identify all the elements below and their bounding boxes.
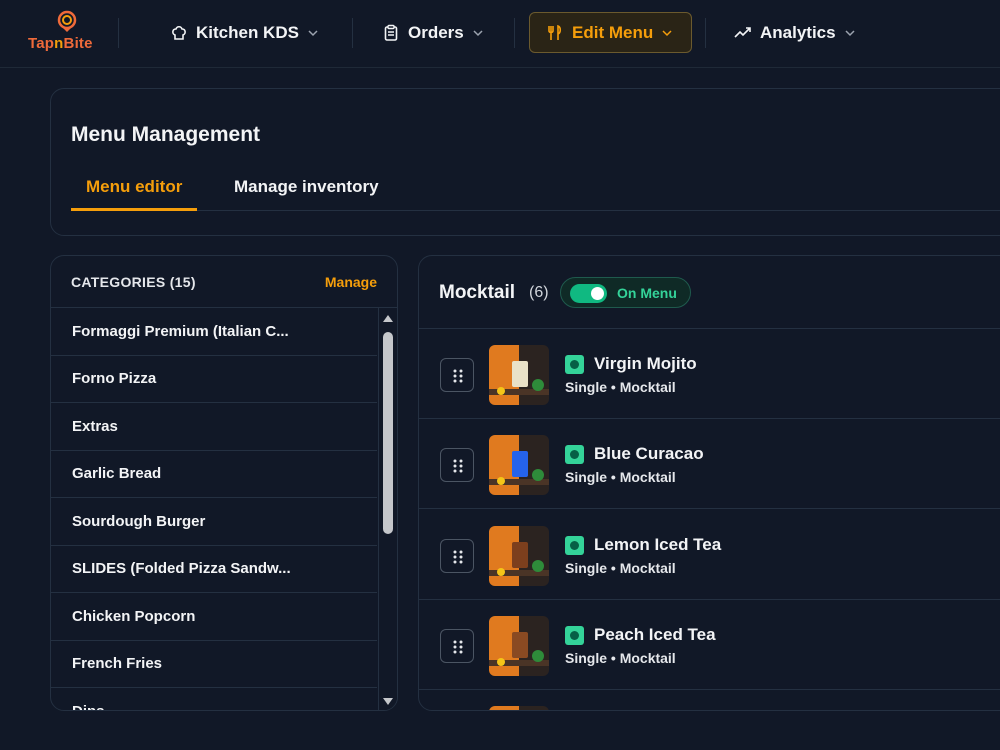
tab-bar: Menu editor Manage inventory: [71, 175, 1000, 211]
veg-indicator-icon: [565, 355, 584, 374]
item-subtitle: Single • Mocktail: [565, 469, 676, 485]
category-item[interactable]: Sourdough Burger: [51, 498, 377, 546]
category-item[interactable]: Formaggi Premium (Italian C...: [51, 308, 377, 356]
on-menu-label: On Menu: [617, 285, 677, 301]
nav-edit-menu[interactable]: Edit Menu: [529, 12, 692, 53]
item-name: Virgin Mojito: [594, 354, 697, 373]
chevron-down-icon: [308, 29, 318, 36]
menu-item-row[interactable]: Virgin Mojito Single • Mocktail: [419, 329, 1000, 419]
menu-item-row[interactable]: Peach Iced Tea Single • Mocktail: [419, 600, 1000, 690]
item-name: Lemon Iced Tea: [594, 535, 722, 554]
scroll-down-arrow-icon[interactable]: [382, 696, 394, 708]
logo-text: TapnBite: [28, 35, 93, 52]
nav-label: Orders: [408, 22, 464, 42]
drag-handle[interactable]: [440, 358, 474, 392]
tab-menu-editor[interactable]: Menu editor: [71, 175, 198, 211]
scroll-up-arrow-icon[interactable]: [382, 312, 394, 324]
category-list: Formaggi Premium (Italian C... Forno Piz…: [51, 308, 377, 710]
nav-orders[interactable]: Orders: [366, 12, 500, 53]
scrollbar-thumb[interactable]: [383, 332, 393, 534]
nav-kitchen-kds[interactable]: Kitchen KDS: [154, 12, 335, 53]
menu-items-panel: Mocktail (6) On Menu Virgin Mojito Singl…: [418, 255, 1000, 711]
chevron-down-icon: [662, 29, 672, 36]
veg-indicator-icon: [565, 536, 584, 555]
nav-label: Edit Menu: [572, 22, 654, 42]
category-item[interactable]: SLIDES (Folded Pizza Sandw...: [51, 546, 377, 593]
nav-divider: [118, 18, 119, 48]
nav-divider: [352, 18, 353, 48]
menu-item-row[interactable]: Blue Curacao Single • Mocktail: [419, 419, 1000, 509]
categories-title: CATEGORIES (15): [71, 274, 196, 290]
item-thumbnail: [489, 616, 549, 676]
tab-manage-inventory[interactable]: Manage inventory: [219, 175, 394, 211]
category-item[interactable]: French Fries: [51, 641, 377, 688]
item-thumbnail: [489, 345, 549, 405]
item-thumbnail: [489, 435, 549, 495]
manage-categories-button[interactable]: Manage: [325, 274, 377, 290]
menu-items-header: Mocktail (6) On Menu: [419, 256, 1000, 329]
category-item[interactable]: Chicken Popcorn: [51, 593, 377, 641]
item-name: Blue Curacao: [594, 444, 704, 463]
category-scrollbar[interactable]: [378, 308, 397, 710]
toggle-knob: [591, 287, 604, 300]
top-nav: TapnBite Kitchen KDS Orders Edit Menu An…: [0, 0, 1000, 68]
item-name: Peach Iced Tea: [594, 625, 716, 644]
menu-item-row[interactable]: Lemon Iced Tea Single • Mocktail: [419, 510, 1000, 600]
menu-management-header: Menu Management Menu editor Manage inven…: [50, 88, 1000, 236]
category-item[interactable]: Dips: [51, 688, 377, 710]
chevron-down-icon: [473, 29, 483, 36]
item-thumbnail: [489, 706, 549, 710]
trending-up-icon: [734, 26, 751, 38]
toggle-switch[interactable]: [570, 284, 607, 303]
grip-dots-icon: [453, 550, 463, 564]
grip-dots-icon: [453, 640, 463, 654]
nav-label: Analytics: [760, 22, 836, 42]
veg-indicator-icon: [565, 626, 584, 645]
on-menu-toggle[interactable]: On Menu: [560, 277, 691, 308]
grip-dots-icon: [453, 369, 463, 383]
logo-mark-icon: [57, 10, 77, 32]
category-item[interactable]: Forno Pizza: [51, 356, 377, 403]
nav-divider: [705, 18, 706, 48]
category-name: Mocktail: [439, 282, 516, 303]
item-count: (6): [529, 284, 549, 301]
drag-handle[interactable]: [440, 539, 474, 573]
clipboard-icon: [384, 24, 398, 41]
chevron-down-icon: [845, 29, 855, 36]
drag-handle[interactable]: [440, 629, 474, 663]
categories-panel: CATEGORIES (15) Manage Formaggi Premium …: [50, 255, 398, 711]
item-thumbnail: [489, 526, 549, 586]
nav-divider: [514, 18, 515, 48]
veg-indicator-icon: [565, 445, 584, 464]
grip-dots-icon: [453, 459, 463, 473]
chef-hat-icon: [172, 25, 186, 40]
categories-header: CATEGORIES (15) Manage: [51, 256, 397, 308]
page-title: Menu Management: [71, 123, 261, 146]
item-subtitle: Single • Mocktail: [565, 560, 676, 576]
drag-handle[interactable]: [440, 448, 474, 482]
category-item[interactable]: Extras: [51, 403, 377, 451]
category-item[interactable]: Garlic Bread: [51, 451, 377, 498]
menu-item-row[interactable]: [419, 690, 1000, 710]
utensils-icon: [548, 24, 562, 40]
item-subtitle: Single • Mocktail: [565, 650, 676, 666]
nav-label: Kitchen KDS: [196, 22, 299, 42]
nav-analytics[interactable]: Analytics: [718, 12, 872, 53]
app-logo[interactable]: TapnBite: [28, 10, 106, 58]
item-subtitle: Single • Mocktail: [565, 379, 676, 395]
